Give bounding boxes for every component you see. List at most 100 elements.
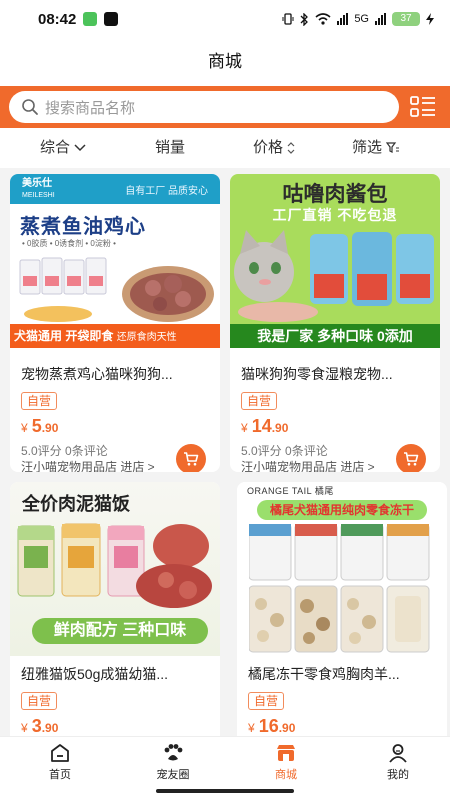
image-headline: 咕噜肉酱包 — [282, 183, 388, 206]
product-price: ¥ 5 .90 — [21, 416, 58, 437]
shop-link[interactable]: 汪小喵宠物用品店 进店 > — [21, 458, 155, 472]
product-photo — [17, 523, 212, 608]
layout-toggle-icon[interactable] — [410, 95, 436, 119]
charging-icon — [426, 13, 434, 25]
image-subheadline: 工厂直销 不吃包退 — [272, 207, 398, 223]
add-to-cart-button[interactable] — [176, 444, 206, 472]
image-chips: • 0胶质 • 0诱食剂 • 0淀粉 • — [22, 239, 116, 248]
product-title[interactable]: 宠物蒸煮鸡心猫咪狗狗... — [21, 364, 211, 384]
price-integer: 3 — [31, 716, 42, 736]
product-grid: 美乐仕 MEILESHI 自有工厂 品质安心 蒸煮鱼油鸡心 • 0胶质 • 0诱食… — [0, 168, 450, 736]
status-time: 08:42 — [38, 10, 77, 28]
price-integer: 16 — [258, 716, 279, 736]
page-title: 商城 — [0, 38, 450, 86]
product-card[interactable]: 美乐仕 MEILESHI 自有工厂 品质安心 蒸煮鱼油鸡心 • 0胶质 • 0诱食… — [10, 174, 220, 472]
product-card[interactable]: 咕噜肉酱包 工厂直销 不吃包退 我是厂家 多种口味 0添加 猫咪狗狗零食湿粮宠物… — [230, 174, 440, 472]
image-header-band: 美乐仕 MEILESHI 自有工厂 品质安心 — [10, 174, 220, 204]
sort-comprehensive-label: 综合 — [40, 139, 71, 156]
wifi-icon — [315, 13, 331, 25]
sort-comprehensive[interactable]: 综合 — [40, 128, 86, 168]
price-integer: 5 — [31, 416, 42, 436]
tab-profile-label: 我的 — [387, 769, 409, 781]
sort-bar: 综合 销量 价格 筛选 — [0, 128, 450, 168]
sort-price[interactable]: 价格 — [253, 128, 295, 168]
search-bar-area: 搜索商品名称 — [0, 86, 450, 128]
wechat-notification-icon — [83, 12, 98, 26]
product-title[interactable]: 纽雅猫饭50g成猫幼猫... — [21, 664, 211, 684]
product-image[interactable]: 咕噜肉酱包 工厂直销 不吃包退 我是厂家 多种口味 0添加 — [230, 174, 440, 348]
product-title[interactable]: 猫咪狗狗零食湿粮宠物... — [241, 364, 431, 384]
price-currency: ¥ — [248, 721, 255, 735]
signal-icon-2 — [375, 13, 386, 25]
home-icon — [51, 744, 69, 762]
shop-link[interactable]: 汪小喵宠物用品店 进店 > — [241, 458, 375, 472]
battery-icon: 37 — [392, 12, 420, 26]
product-image[interactable]: 美乐仕 MEILESHI 自有工厂 品质安心 蒸煮鱼油鸡心 • 0胶质 • 0诱食… — [10, 174, 220, 348]
product-photo — [234, 230, 434, 322]
price-integer: 14 — [251, 416, 272, 436]
sort-price-label: 价格 — [253, 139, 284, 156]
product-rating: 5.0评分 0条评论 — [241, 444, 328, 458]
tab-pet-community-label: 宠友圈 — [156, 769, 190, 781]
tab-store[interactable]: 商城 — [251, 743, 321, 782]
product-price: ¥ 3 .90 — [21, 716, 58, 736]
tab-home-label: 首页 — [49, 769, 71, 781]
product-price: ¥ 14 .90 — [241, 416, 288, 437]
add-to-cart-button[interactable] — [396, 444, 426, 472]
tab-profile[interactable]: 我的 — [363, 743, 433, 782]
search-icon — [22, 99, 38, 115]
product-image[interactable]: 全价肉泥猫饭 鲜肉配方 三种口味 — [10, 482, 220, 656]
bluetooth-icon — [300, 12, 309, 26]
filter-icon — [386, 142, 400, 153]
self-operated-tag: 自营 — [21, 692, 58, 710]
price-decimal: .90 — [41, 421, 59, 435]
vibrate-icon — [282, 13, 294, 25]
product-photo — [19, 257, 214, 322]
paw-icon — [164, 744, 183, 761]
price-decimal: .90 — [278, 721, 296, 735]
image-headline: 蒸煮鱼油鸡心 — [20, 216, 146, 238]
sort-sales-label: 销量 — [155, 139, 186, 156]
sort-filter[interactable]: 筛选 — [352, 128, 400, 168]
search-input[interactable]: 搜索商品名称 — [9, 91, 399, 123]
image-slogan: 自有工厂 品质安心 — [125, 186, 208, 197]
image-banner: 橘尾犬猫通用纯肉零食冻干 — [257, 500, 427, 520]
image-brand: ORANGE TAIL 橘尾 — [247, 486, 334, 496]
home-indicator[interactable] — [156, 789, 294, 793]
sort-filter-label: 筛选 — [352, 139, 383, 156]
self-operated-tag: 自营 — [248, 692, 285, 710]
price-decimal: .90 — [271, 421, 289, 435]
cart-icon — [404, 452, 419, 466]
price-currency: ¥ — [21, 421, 28, 435]
price-currency: ¥ — [241, 421, 248, 435]
sort-updown-icon — [287, 142, 295, 154]
cart-icon — [184, 452, 199, 466]
tab-home[interactable]: 首页 — [25, 743, 95, 782]
image-headline: 全价肉泥猫饭 — [22, 494, 130, 514]
product-price: ¥ 16 .90 — [248, 716, 295, 736]
tab-pet-community[interactable]: 宠友圈 — [138, 743, 208, 782]
product-title[interactable]: 橘尾冻干零食鸡胸肉羊... — [248, 664, 438, 684]
chevron-down-icon — [74, 144, 86, 152]
image-bottom-banner: 我是厂家 多种口味 0添加 — [230, 324, 440, 348]
tab-store-label: 商城 — [275, 769, 297, 781]
product-photo — [249, 524, 430, 653]
store-icon — [277, 745, 295, 761]
signal-icon — [337, 13, 349, 25]
product-image[interactable]: ORANGE TAIL 橘尾 橘尾犬猫通用纯肉零食冻干 — [237, 482, 447, 656]
sort-sales[interactable]: 销量 — [155, 128, 185, 168]
price-decimal: .90 — [41, 721, 59, 735]
status-bar: 08:42 5G 37 — [0, 0, 450, 38]
product-rating: 5.0评分 0条评论 — [21, 444, 108, 458]
profile-icon — [389, 744, 407, 763]
self-operated-tag: 自营 — [241, 392, 278, 410]
price-currency: ¥ — [21, 721, 28, 735]
image-brand: 美乐仕 MEILESHI — [22, 178, 55, 199]
self-operated-tag: 自营 — [21, 392, 58, 410]
product-card[interactable]: ORANGE TAIL 橘尾 橘尾犬猫通用纯肉零食冻干 橘尾冻干零食鸡胸肉羊..… — [237, 482, 447, 736]
image-bottom-banner: 鲜肉配方 三种口味 — [32, 618, 208, 644]
search-placeholder: 搜索商品名称 — [45, 99, 136, 117]
tiktok-notification-icon — [104, 12, 119, 26]
product-card[interactable]: 全价肉泥猫饭 鲜肉配方 三种口味 纽雅猫饭50g成猫幼猫... 自营 ¥ 3 .… — [10, 482, 220, 736]
network-type: 5G — [354, 13, 369, 25]
